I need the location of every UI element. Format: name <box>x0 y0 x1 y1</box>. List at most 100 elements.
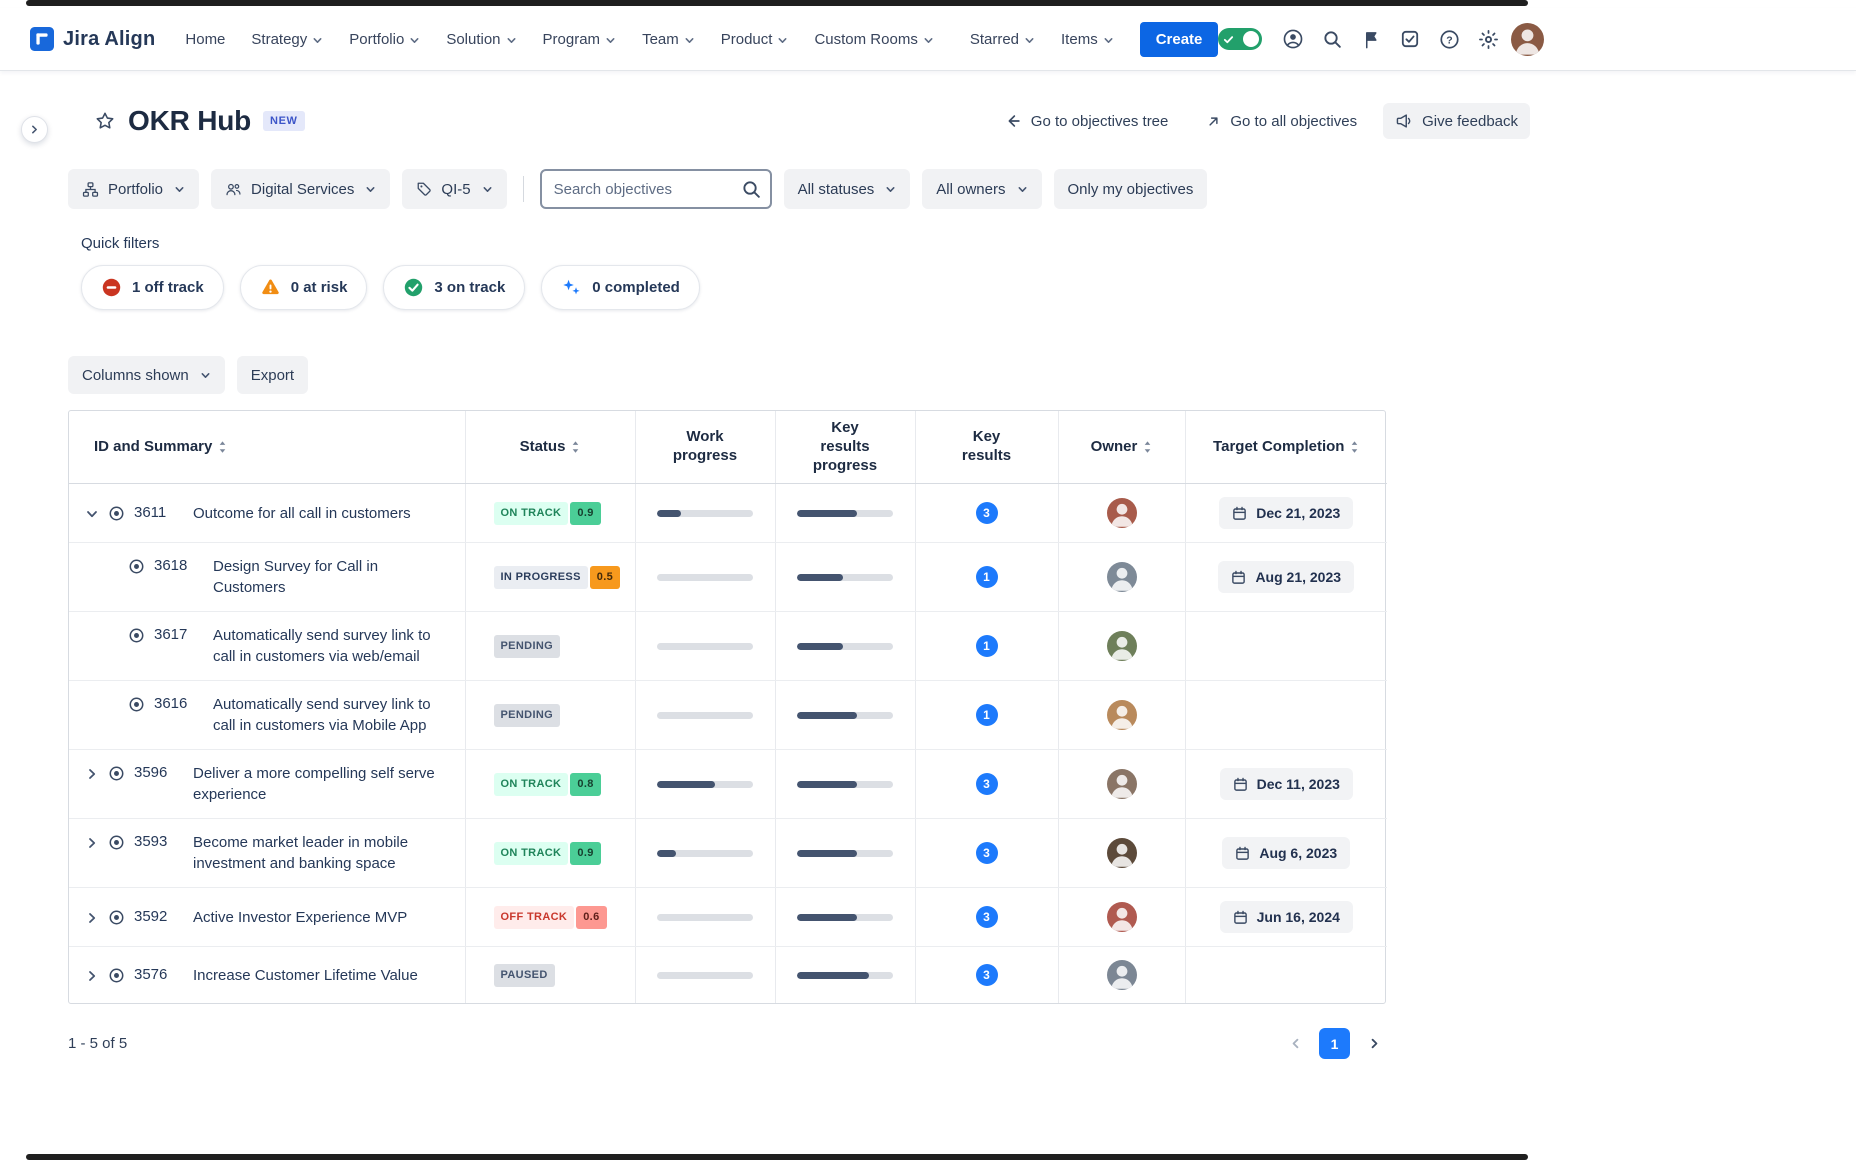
flag-icon[interactable] <box>1355 23 1387 55</box>
column-header-id-and-summary[interactable]: ID and Summary <box>69 411 466 485</box>
objective-id[interactable]: 3618 <box>154 557 197 574</box>
portfolio-dropdown[interactable]: Portfolio <box>68 169 200 209</box>
objective-id[interactable]: 3617 <box>154 626 197 643</box>
quick-filter-0-at-risk[interactable]: 0 at risk <box>239 265 368 310</box>
settings-icon[interactable] <box>1472 23 1504 55</box>
nav-item-home[interactable]: Home <box>185 31 225 48</box>
next-page-button[interactable] <box>1362 1032 1386 1056</box>
owner-avatar[interactable] <box>1106 700 1137 731</box>
nav-item-items[interactable]: Items <box>1061 31 1114 48</box>
objective-summary-link[interactable]: Design Survey for Call in Customers <box>213 556 451 598</box>
account-icon[interactable] <box>1277 23 1309 55</box>
objective-id[interactable]: 3576 <box>134 966 177 983</box>
all-statuses-dropdown[interactable]: All statuses <box>783 169 911 209</box>
table-header-row: ID and Summary Status Work progress Key res… <box>69 411 1387 485</box>
objective-row-3596: 3596 Deliver a more compelling self serve… <box>69 749 1387 820</box>
objective-summary-link[interactable]: Increase Customer Lifetime Value <box>193 965 418 986</box>
qi-5-dropdown[interactable]: QI-5 <box>402 169 507 209</box>
nav-item-team[interactable]: Team <box>642 31 695 48</box>
key-results-cell: 1 <box>915 611 1059 682</box>
go-to-all-objectives-button[interactable]: Go to all objectives <box>1194 104 1369 139</box>
nav-item-product[interactable]: Product <box>721 31 789 48</box>
svg-text:?: ? <box>1446 34 1452 46</box>
objective-summary-link[interactable]: Active Investor Experience MVP <box>193 907 407 928</box>
column-header-target-completion[interactable]: Target Completion <box>1185 411 1387 485</box>
jira-align-logo[interactable]: Jira Align <box>30 27 155 51</box>
quick-filter-3-on-track[interactable]: 3 on track <box>383 265 526 310</box>
arrow-up-right-icon <box>1206 114 1221 129</box>
only-my-objectives-button[interactable]: Only my objectives <box>1053 169 1208 209</box>
column-header-owner[interactable]: Owner <box>1058 411 1186 485</box>
date-text: Dec 21, 2023 <box>1256 505 1341 522</box>
id-and-summary-cell: 3592 Active Investor Experience MVP <box>69 887 466 948</box>
nav-item-starred[interactable]: Starred <box>970 31 1035 48</box>
objective-id[interactable]: 3611 <box>134 504 177 521</box>
objective-id[interactable]: 3616 <box>154 695 197 712</box>
user-avatar[interactable] <box>1511 22 1545 56</box>
export-button[interactable]: Export <box>236 356 309 394</box>
go-to-objectives-tree-button[interactable]: Go to objectives tree <box>992 103 1181 139</box>
key-results-count-badge[interactable]: 3 <box>975 964 998 987</box>
nav-item-custom-rooms[interactable]: Custom Rooms <box>814 31 933 48</box>
collapse-row-button[interactable] <box>81 504 103 524</box>
favorite-star-icon[interactable] <box>94 110 116 132</box>
calendar-icon <box>1233 910 1248 925</box>
nav-item-solution[interactable]: Solution <box>446 31 516 48</box>
owner-avatar[interactable] <box>1106 902 1137 933</box>
nav-item-program[interactable]: Program <box>543 31 617 48</box>
tasks-icon[interactable] <box>1394 23 1426 55</box>
search-icon[interactable] <box>1316 23 1348 55</box>
nav-item-strategy[interactable]: Strategy <box>251 31 323 48</box>
objective-id[interactable]: 3592 <box>134 908 177 925</box>
key-results-count-badge[interactable]: 3 <box>975 906 998 929</box>
on-track-icon <box>403 277 424 298</box>
expand-row-button[interactable] <box>81 833 103 853</box>
all-owners-dropdown[interactable]: All owners <box>922 169 1042 209</box>
key-results-cell: 1 <box>915 542 1059 613</box>
key-results-progress-cell <box>775 611 916 682</box>
key-results-cell: 3 <box>915 483 1059 544</box>
create-button[interactable]: Create <box>1139 21 1219 57</box>
previous-page-button[interactable] <box>1283 1032 1307 1056</box>
objective-icon <box>128 627 145 644</box>
brand-name: Jira Align <box>63 27 156 50</box>
owner-avatar[interactable] <box>1106 498 1137 529</box>
help-icon[interactable]: ? <box>1433 23 1465 55</box>
target-completion-cell <box>1185 680 1387 751</box>
date-text: Dec 11, 2023 <box>1256 776 1340 793</box>
key-results-count-badge[interactable]: 1 <box>975 704 998 727</box>
owner-avatar[interactable] <box>1106 838 1137 869</box>
current-page-button[interactable]: 1 <box>1319 1028 1350 1060</box>
objective-id[interactable]: 3596 <box>134 764 177 781</box>
objective-summary-link[interactable]: Deliver a more compelling self serve exp… <box>193 763 451 805</box>
column-header-status[interactable]: Status <box>465 411 636 485</box>
expand-sidebar-button[interactable] <box>21 116 48 143</box>
key-results-count-badge[interactable]: 3 <box>975 773 998 796</box>
expand-row-button[interactable] <box>81 966 103 986</box>
digital-services-dropdown[interactable]: Digital Services <box>211 169 391 209</box>
key-results-count-badge[interactable]: 1 <box>975 635 998 658</box>
key-results-count-badge[interactable]: 3 <box>975 502 998 525</box>
search-objectives-input[interactable] <box>539 169 772 209</box>
nav-item-portfolio[interactable]: Portfolio <box>349 31 420 48</box>
columns-shown-button[interactable]: Columns shown <box>68 356 225 394</box>
expand-row-button[interactable] <box>81 908 103 928</box>
objective-summary-link[interactable]: Become market leader in mobile investmen… <box>193 832 451 874</box>
give-feedback-button[interactable]: Give feedback <box>1383 103 1530 139</box>
objective-summary-link[interactable]: Outcome for all call in customers <box>193 503 411 524</box>
owner-avatar[interactable] <box>1106 769 1137 800</box>
quick-filter-1-off-track[interactable]: 1 off track <box>81 265 224 310</box>
key-results-count-badge[interactable]: 1 <box>975 566 998 589</box>
expand-row-button[interactable] <box>81 764 103 784</box>
owner-avatar[interactable] <box>1106 562 1137 593</box>
key-results-count-badge[interactable]: 3 <box>975 842 998 865</box>
objective-summary-link[interactable]: Automatically send survey link to call i… <box>213 625 451 667</box>
feature-toggle-on[interactable] <box>1218 28 1263 50</box>
owner-avatar[interactable] <box>1106 960 1137 991</box>
owner-avatar[interactable] <box>1106 631 1137 662</box>
objective-summary-link[interactable]: Automatically send survey link to call i… <box>213 694 451 736</box>
objective-id[interactable]: 3593 <box>134 833 177 850</box>
filter-label: QI-5 <box>441 180 471 198</box>
id-and-summary-cell: 3618 Design Survey for Call in Customers <box>69 542 466 613</box>
quick-filter-0-completed[interactable]: 0 completed <box>541 265 700 310</box>
